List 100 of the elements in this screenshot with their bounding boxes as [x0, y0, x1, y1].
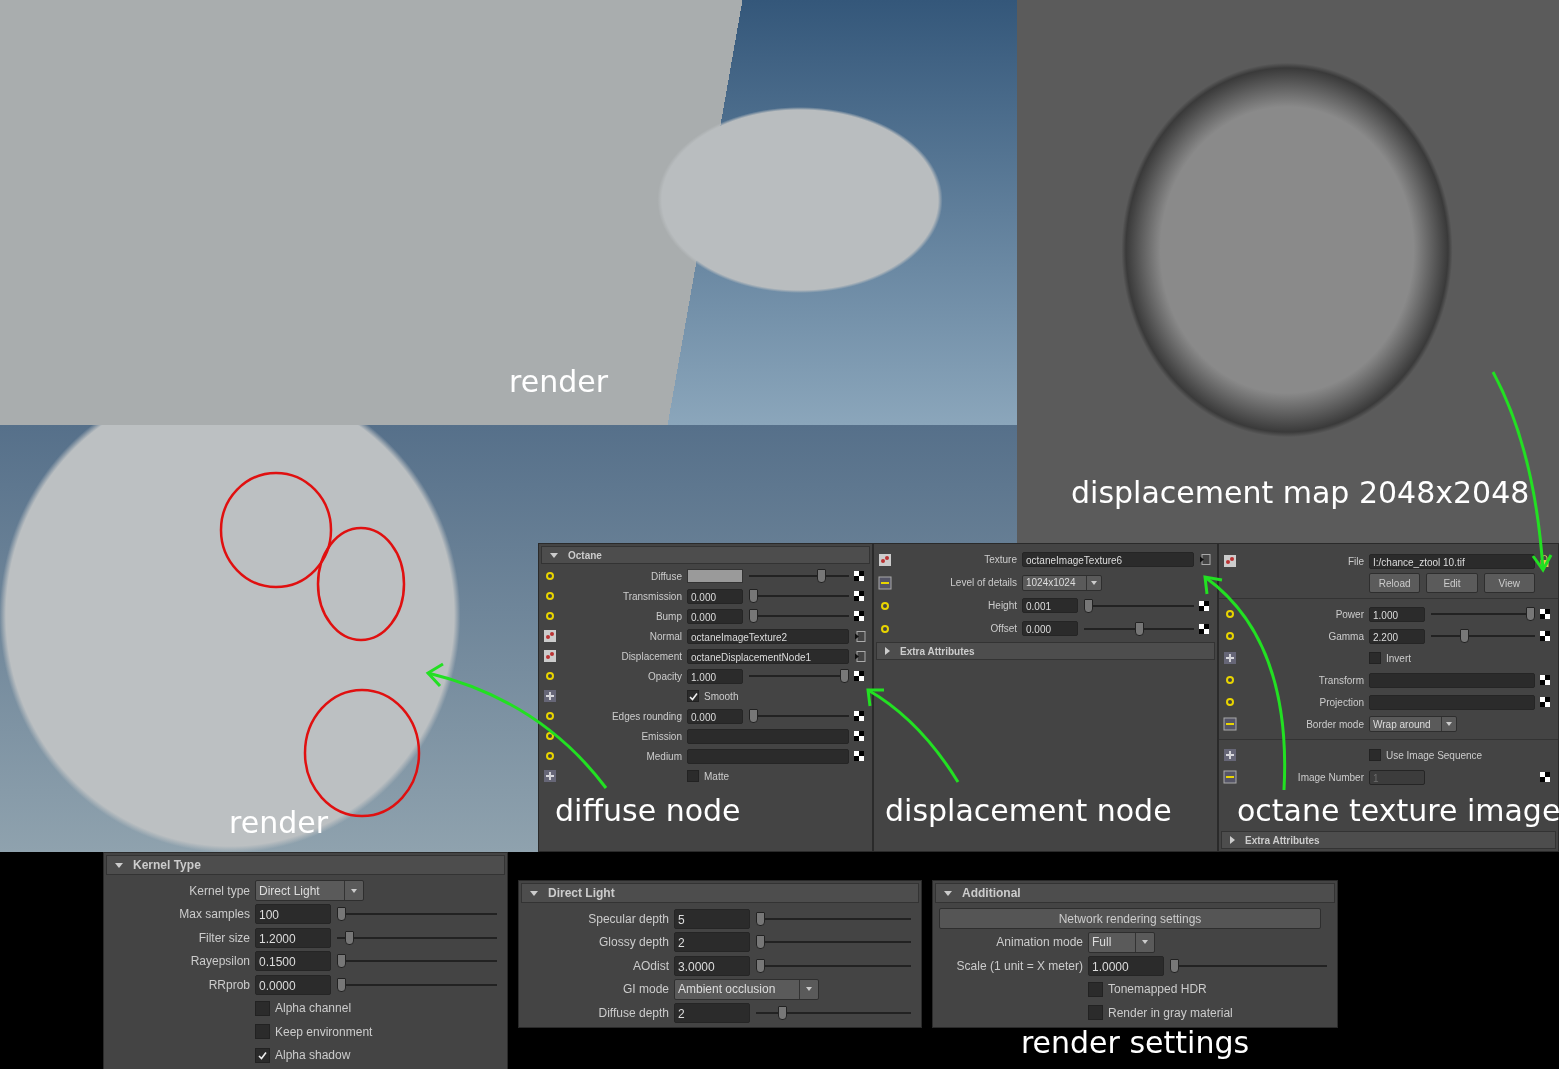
link-icon[interactable] [854, 630, 866, 642]
section-header[interactable]: Kernel Type [106, 855, 505, 875]
input-field[interactable]: 3.0000 [674, 955, 750, 976]
slider-thumb[interactable] [777, 1005, 787, 1020]
input-field[interactable]: 1.000 [687, 668, 743, 684]
texture-icon[interactable] [878, 552, 892, 567]
toggle-icon[interactable] [543, 769, 557, 783]
checker-icon[interactable] [1199, 623, 1209, 634]
dot-icon[interactable] [543, 709, 557, 723]
input-field[interactable]: 2.200 [1369, 628, 1425, 644]
checkbox[interactable] [255, 1047, 270, 1063]
section-header[interactable]: Additional [935, 883, 1335, 903]
checker-icon[interactable] [1540, 609, 1550, 619]
slider-thumb[interactable] [337, 907, 346, 922]
checkbox[interactable] [1369, 749, 1381, 761]
input-field[interactable]: octaneImageTexture6 [1022, 552, 1194, 567]
texture-icon[interactable] [543, 629, 557, 643]
section-header[interactable]: Octane [541, 546, 870, 564]
slider-thumb[interactable] [337, 954, 346, 969]
slider-thumb[interactable] [840, 669, 849, 683]
dot-icon[interactable] [543, 609, 557, 623]
slider-thumb[interactable] [756, 958, 765, 973]
input-field[interactable]: octaneImageTexture2 [687, 628, 849, 644]
checkbox[interactable] [687, 770, 699, 782]
slider-thumb[interactable] [1170, 958, 1179, 973]
dot-icon[interactable] [543, 669, 557, 683]
dot-icon[interactable] [1223, 673, 1237, 687]
toggle-icon[interactable] [1223, 651, 1237, 665]
dot-icon[interactable] [1223, 695, 1237, 709]
slider-thumb[interactable] [1084, 598, 1093, 613]
bar-icon[interactable] [878, 575, 892, 590]
dot-icon[interactable] [1223, 629, 1237, 643]
dot-icon[interactable] [543, 729, 557, 743]
toggle-icon[interactable] [1223, 748, 1237, 762]
toolbar-button[interactable]: View [1483, 573, 1535, 593]
bar-icon[interactable] [1223, 770, 1237, 784]
checker-icon[interactable] [1540, 697, 1550, 707]
input-field[interactable] [1369, 694, 1535, 710]
dot-icon[interactable] [543, 569, 557, 583]
section-header[interactable]: Extra Attributes [876, 642, 1215, 660]
slider-thumb[interactable] [817, 569, 827, 583]
checkbox[interactable] [255, 1000, 270, 1016]
input-field[interactable]: 0.0000 [255, 974, 331, 995]
checkbox[interactable] [1088, 1005, 1103, 1021]
slider-thumb[interactable] [756, 911, 765, 926]
input-field[interactable]: octaneDisplacementNode1 [687, 648, 849, 664]
slider-thumb[interactable] [344, 930, 354, 945]
input-field[interactable] [687, 748, 849, 764]
slider-thumb[interactable] [1459, 629, 1469, 643]
dot-icon[interactable] [1223, 607, 1237, 621]
toolbar-button[interactable]: Edit [1426, 573, 1478, 593]
slider-thumb[interactable] [337, 977, 346, 992]
slider-thumb[interactable] [749, 709, 758, 723]
input-field[interactable]: 0.1500 [255, 951, 331, 972]
input-field[interactable]: 0.000 [687, 588, 743, 604]
toolbar-button[interactable]: Reload [1369, 573, 1421, 593]
dot-icon[interactable] [543, 749, 557, 763]
link-icon[interactable] [1199, 554, 1211, 565]
input-field[interactable] [687, 728, 849, 744]
link-icon[interactable] [854, 650, 866, 662]
color-swatch[interactable] [687, 569, 743, 583]
dot-icon[interactable] [543, 589, 557, 603]
section-header[interactable]: Direct Light [521, 883, 919, 903]
input-field[interactable]: 1.000 [1369, 606, 1425, 622]
checkbox[interactable] [255, 1024, 270, 1040]
input-field[interactable]: 0.000 [1022, 621, 1078, 636]
checkbox[interactable] [1088, 981, 1103, 997]
checkbox[interactable] [687, 690, 699, 702]
bar-icon[interactable] [1223, 717, 1237, 731]
input-field[interactable]: 1.2000 [255, 927, 331, 948]
input-field[interactable] [1369, 672, 1535, 688]
dropdown[interactable]: Ambient occlusion [674, 978, 820, 1000]
checker-icon[interactable] [854, 671, 864, 681]
slider-thumb[interactable] [1134, 621, 1144, 636]
lock-icon[interactable] [1540, 555, 1549, 567]
texture-icon[interactable] [543, 649, 557, 663]
dropdown[interactable]: Wrap around [1369, 716, 1457, 732]
network-settings-button[interactable]: Network rendering settings [939, 908, 1321, 930]
input-field[interactable]: 0.000 [687, 708, 743, 724]
slider-thumb[interactable] [749, 609, 758, 623]
checker-icon[interactable] [1199, 600, 1209, 611]
dropdown[interactable]: Direct Light [255, 880, 364, 902]
input-field[interactable]: 2 [674, 1002, 750, 1023]
input-field[interactable]: 2 [674, 932, 750, 953]
slider-thumb[interactable] [1526, 607, 1535, 621]
input-field[interactable]: I:/chance_ztool 10.tif [1369, 553, 1535, 569]
checker-icon[interactable] [1540, 675, 1550, 685]
checker-icon[interactable] [1540, 631, 1550, 641]
input-field[interactable]: 5 [674, 908, 750, 929]
toggle-icon[interactable] [543, 689, 557, 703]
input-field[interactable]: 0.000 [687, 608, 743, 624]
checkbox[interactable] [1369, 652, 1381, 664]
slider-thumb[interactable] [756, 935, 765, 950]
section-header[interactable]: Extra Attributes [1221, 831, 1556, 849]
checker-icon[interactable] [1540, 772, 1550, 782]
slider-thumb[interactable] [749, 589, 758, 603]
texture-icon[interactable] [1223, 554, 1237, 568]
dropdown[interactable]: 1024x1024 [1022, 574, 1102, 591]
input-field[interactable]: 0.001 [1022, 598, 1078, 613]
input-field[interactable]: 1.0000 [1088, 955, 1164, 976]
